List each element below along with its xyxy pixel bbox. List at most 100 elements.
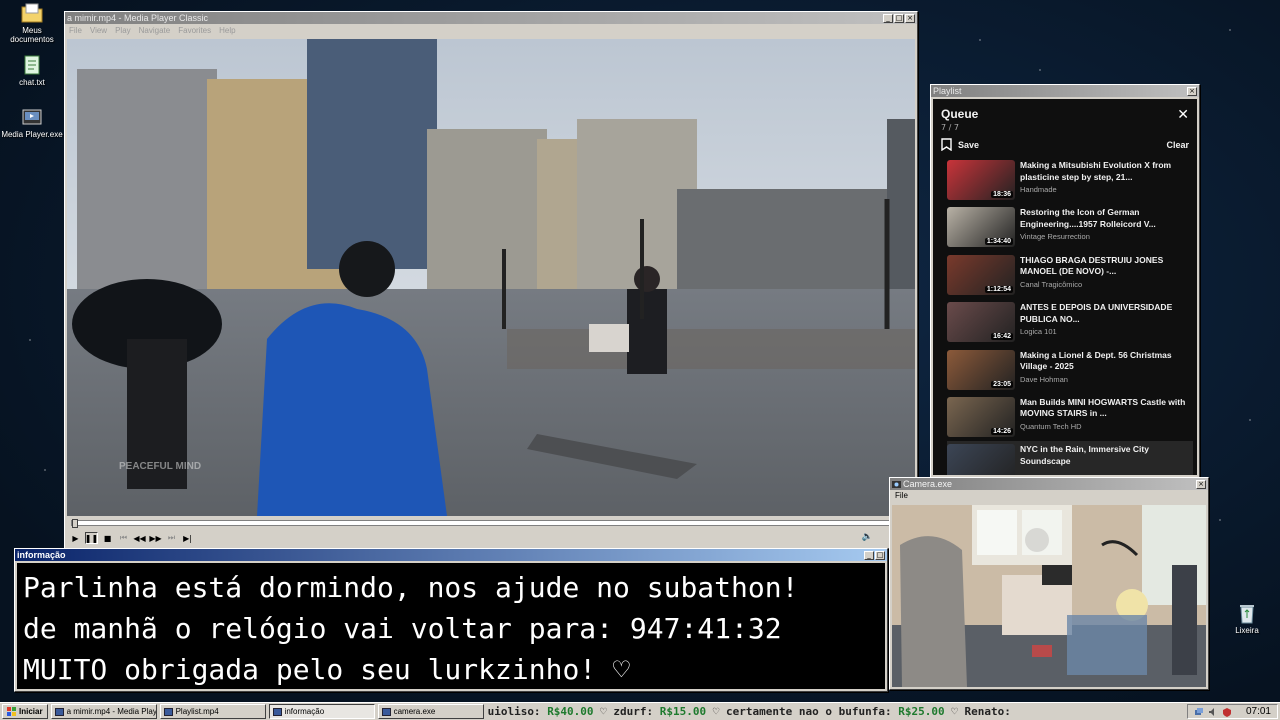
playlist-item[interactable]: NYC in the Rain, Immersive City Soundsca… xyxy=(947,441,1193,475)
desktop-icon-chat[interactable]: chat.txt xyxy=(0,54,64,87)
video-title[interactable]: Man Builds MINI HOGWARTS Castle with MOV… xyxy=(1020,397,1193,420)
system-tray: 07:01 xyxy=(1186,704,1278,719)
desktop-icon-documents[interactable]: Meus documentos xyxy=(0,2,64,44)
video-title[interactable]: NYC in the Rain, Immersive City Soundsca… xyxy=(1020,444,1193,467)
channel-name[interactable]: Logica 101 xyxy=(1020,327,1193,336)
close-icon[interactable]: ✕ xyxy=(1177,107,1189,123)
video-title[interactable]: Making a Lionel & Dept. 56 Christmas Vil… xyxy=(1020,350,1193,373)
window-icon xyxy=(272,707,282,716)
camera-scene xyxy=(892,505,1206,687)
save-label: Save xyxy=(958,139,980,150)
network-icon[interactable] xyxy=(1194,707,1204,717)
video-watermark: PEACEFUL MIND xyxy=(119,461,202,472)
video-title[interactable]: ANTES E DEPOIS DA UNIVERSIDADE PUBLICA N… xyxy=(1020,302,1193,325)
video-thumbnail[interactable]: 23:05 xyxy=(947,349,1015,390)
camera-titlebar[interactable]: Camera.exe × xyxy=(890,478,1208,490)
maximize-button[interactable]: □ xyxy=(875,550,885,560)
desktop-icon-recycle-bin[interactable]: Lixeira xyxy=(1215,602,1279,635)
donation-amount: R$40.00 xyxy=(547,705,594,718)
clear-button[interactable]: Clear xyxy=(1166,140,1189,150)
menu-help[interactable]: Help xyxy=(219,26,235,35)
security-icon[interactable] xyxy=(1222,707,1232,717)
channel-name[interactable]: Quantum Tech HD xyxy=(1020,422,1193,431)
video-title[interactable]: Restoring the Icon of German Engineering… xyxy=(1020,207,1193,230)
info-line: de manhã o relógio vai voltar para: 947:… xyxy=(23,612,782,645)
info-window[interactable]: informação _ □ Parlinha está dormindo, n… xyxy=(14,548,888,692)
info-titlebar[interactable]: informação _ □ xyxy=(15,549,887,561)
seek-handle[interactable] xyxy=(72,519,78,528)
desktop-icon-label: Meus documentos xyxy=(10,26,54,44)
camera-feed xyxy=(892,505,1206,687)
playlist-item[interactable]: 14:26 Man Builds MINI HOGWARTS Castle wit… xyxy=(947,394,1193,441)
menu-view[interactable]: View xyxy=(90,26,107,35)
video-thumbnail[interactable]: 1:12:54 xyxy=(947,254,1015,295)
taskbar-button[interactable]: informação xyxy=(268,704,375,719)
video-title[interactable]: THIAGO BRAGA DESTRUIU JONES MANOEL (DE N… xyxy=(1020,255,1193,278)
channel-name[interactable]: Handmade xyxy=(1020,185,1193,194)
fast-forward-button[interactable]: ▶▶ xyxy=(149,532,162,544)
pause-button[interactable]: ❚❚ xyxy=(85,532,98,544)
playlist-item[interactable]: 18:36 Making a Mitsubishi Evolution X fro… xyxy=(947,157,1193,204)
video-thumbnail[interactable] xyxy=(947,444,1015,475)
window-title: a mimir.mp4 - Media Player Classic xyxy=(67,13,209,23)
channel-name[interactable]: Vintage Resurrection xyxy=(1020,232,1193,241)
video-thumbnail[interactable]: 16:42 xyxy=(947,302,1015,343)
maximize-button[interactable]: □ xyxy=(894,13,904,23)
volume-tray-icon[interactable] xyxy=(1208,707,1218,717)
minimize-button[interactable]: _ xyxy=(883,13,893,23)
taskbar-button[interactable]: a mimir.mp4 - Media Playe... xyxy=(50,704,157,719)
volume-icon[interactable]: 🔈 xyxy=(862,532,873,542)
close-button[interactable]: × xyxy=(1196,479,1206,489)
video-scene xyxy=(67,39,915,516)
save-button[interactable]: Save xyxy=(941,138,979,151)
queue-count: 7 / 7 xyxy=(941,123,959,132)
desktop-icon-media-player[interactable]: Media Player.exe xyxy=(0,106,64,139)
video-thumbnail[interactable]: 18:36 xyxy=(947,160,1015,200)
menu-play[interactable]: Play xyxy=(115,26,131,35)
duration-badge: 16:42 xyxy=(991,333,1013,341)
playlist-item[interactable]: 1:34:40 Restoring the Icon of German Engi… xyxy=(947,204,1193,251)
taskbar-button[interactable]: Playlist.mp4 xyxy=(159,704,266,719)
media-player-titlebar[interactable]: a mimir.mp4 - Media Player Classic _ □ × xyxy=(65,12,917,24)
taskbar-button[interactable]: camera.exe xyxy=(377,704,484,719)
queue-heading: Queue xyxy=(941,107,979,121)
play-button[interactable]: ▶ xyxy=(69,532,82,544)
recycle-bin-icon xyxy=(1240,605,1254,624)
info-line: Parlinha está dormindo, nos ajude no sub… xyxy=(23,571,799,604)
donor-name: zdurf: xyxy=(613,705,654,718)
close-button[interactable]: × xyxy=(1187,86,1197,96)
video-title[interactable]: Making a Mitsubishi Evolution X from pla… xyxy=(1020,160,1193,183)
taskbar-button-label: camera.exe xyxy=(393,707,436,716)
video-frame[interactable]: PEACEFUL MIND xyxy=(67,39,915,516)
seek-bar[interactable] xyxy=(71,519,911,528)
minimize-button[interactable]: _ xyxy=(864,550,874,560)
desktop-icon-label: Lixeira xyxy=(1235,626,1259,635)
clock[interactable]: 07:01 xyxy=(1246,706,1271,717)
playlist-item[interactable]: 23:05 Making a Lionel & Dept. 56 Christma… xyxy=(947,347,1193,394)
video-thumbnail[interactable]: 14:26 xyxy=(947,396,1015,437)
playlist-item[interactable]: 16:42 ANTES E DEPOIS DA UNIVERSIDADE PUBL… xyxy=(947,299,1193,346)
menu-file[interactable]: File xyxy=(69,26,82,35)
playlist-item[interactable]: 1:12:54 THIAGO BRAGA DESTRUIU JONES MANOE… xyxy=(947,252,1193,299)
media-player-window[interactable]: a mimir.mp4 - Media Player Classic _ □ ×… xyxy=(64,11,918,549)
start-button[interactable]: Iniciar xyxy=(2,704,48,719)
channel-name[interactable]: Canal Tragicômico xyxy=(1020,280,1193,289)
next-button[interactable]: ⏭ xyxy=(165,532,178,544)
playlist-titlebar[interactable]: Playlist × xyxy=(931,85,1199,97)
rewind-button[interactable]: ◀◀ xyxy=(133,532,146,544)
donor-name: Renato: xyxy=(964,705,1011,718)
close-button[interactable]: × xyxy=(905,13,915,23)
frame-step-button[interactable]: ▶| xyxy=(181,532,194,544)
stop-button[interactable]: ■ xyxy=(101,532,114,544)
video-thumbnail[interactable]: 1:34:40 xyxy=(947,207,1015,248)
menu-navigate[interactable]: Navigate xyxy=(139,26,171,35)
playlist-window[interactable]: Playlist × Queue 7 / 7 ✕ Save Clear 18:3… xyxy=(930,84,1200,478)
window-icon xyxy=(54,707,64,716)
menu-file[interactable]: File xyxy=(890,490,1208,501)
menu-favorites[interactable]: Favorites xyxy=(178,26,211,35)
channel-name[interactable]: Dave Hohman xyxy=(1020,375,1193,384)
camera-app-icon xyxy=(892,481,901,488)
camera-window[interactable]: Camera.exe × File xyxy=(889,477,1209,690)
desktop-icon-label: chat.txt xyxy=(19,78,45,87)
previous-button[interactable]: ⏮ xyxy=(117,532,130,544)
